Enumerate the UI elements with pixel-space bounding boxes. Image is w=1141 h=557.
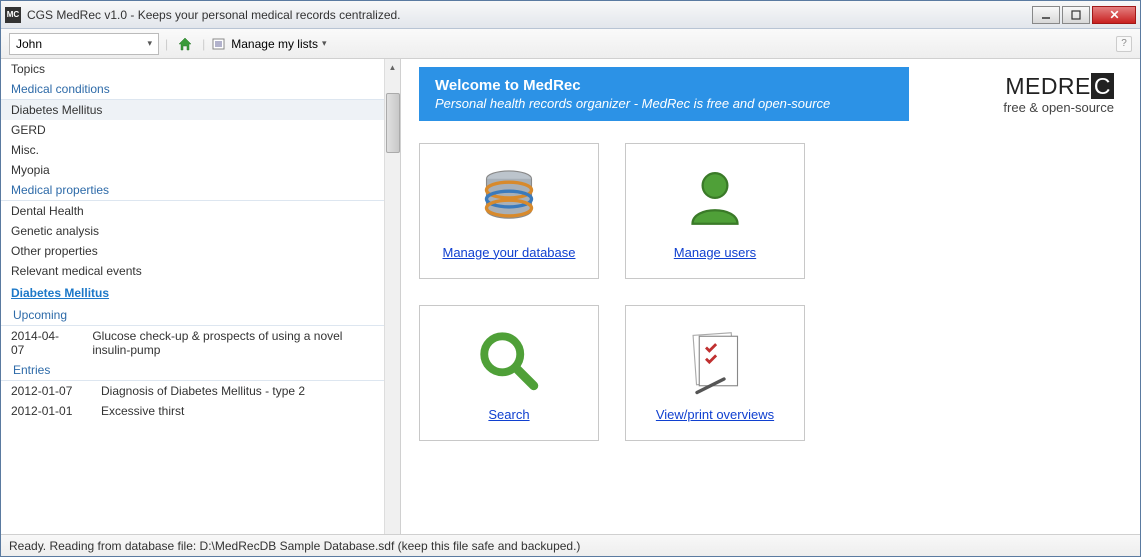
user-icon	[679, 163, 751, 235]
entry-row[interactable]: 2012-01-01 Excessive thirst	[1, 401, 384, 421]
tile-label: Search	[488, 407, 529, 422]
sidebar-scrollbar[interactable]: ▲	[384, 59, 400, 534]
user-dropdown-value: John	[16, 37, 42, 51]
content-area: Welcome to MedRec Personal health record…	[401, 59, 1140, 534]
toolbar-separator-2: |	[202, 37, 205, 51]
tile-label: Manage your database	[443, 245, 576, 260]
entry-text: Glucose check-up & prospects of using a …	[92, 329, 374, 357]
titlebar: MC CGS MedRec v1.0 - Keeps your personal…	[1, 1, 1140, 29]
entry-text: Diagnosis of Diabetes Mellitus - type 2	[101, 384, 305, 398]
toolbar: John ▾ | | Manage my lists ▾ ?	[1, 29, 1140, 59]
logo-text: MEDREC	[1003, 73, 1114, 100]
condition-item[interactable]: Myopia	[1, 160, 384, 180]
home-icon	[177, 36, 193, 52]
entry-row[interactable]: 2012-01-07 Diagnosis of Diabetes Mellitu…	[1, 381, 384, 401]
entry-date: 2014-04-07	[11, 329, 72, 357]
help-button[interactable]: ?	[1116, 36, 1132, 52]
banner-title: Welcome to MedRec	[435, 77, 893, 94]
upcoming-header: Upcoming	[1, 305, 384, 326]
scroll-up-button[interactable]: ▲	[385, 59, 400, 75]
status-text: Ready. Reading from database file: D:\Me…	[9, 539, 580, 553]
logo-tagline: free & open-source	[1003, 100, 1114, 115]
active-topic-link[interactable]: Diabetes Mellitus	[1, 281, 384, 305]
search-tile[interactable]: Search	[419, 305, 599, 441]
overviews-tile[interactable]: View/print overviews	[625, 305, 805, 441]
topics-header[interactable]: Topics	[1, 59, 384, 79]
welcome-banner: Welcome to MedRec Personal health record…	[419, 67, 909, 121]
statusbar: Ready. Reading from database file: D:\Me…	[1, 534, 1140, 556]
close-button[interactable]	[1092, 6, 1136, 24]
upcoming-row[interactable]: 2014-04-07 Glucose check-up & prospects …	[1, 326, 384, 360]
list-icon	[211, 36, 227, 52]
window-controls	[1032, 6, 1136, 24]
toolbar-separator: |	[165, 37, 168, 51]
scroll-thumb[interactable]	[386, 93, 400, 153]
chevron-down-icon: ▾	[322, 38, 327, 49]
condition-item[interactable]: Misc.	[1, 140, 384, 160]
manage-database-tile[interactable]: Manage your database	[419, 143, 599, 279]
main-area: Topics Medical conditions Diabetes Melli…	[1, 59, 1140, 534]
logo: MEDREC free & open-source	[1003, 73, 1114, 115]
condition-item[interactable]: Diabetes Mellitus	[1, 100, 384, 120]
minimize-button[interactable]	[1032, 6, 1060, 24]
condition-item[interactable]: GERD	[1, 120, 384, 140]
property-item[interactable]: Other properties	[1, 241, 384, 261]
user-dropdown[interactable]: John ▾	[9, 33, 159, 55]
sidebar-content: Topics Medical conditions Diabetes Melli…	[1, 59, 400, 421]
sidebar: Topics Medical conditions Diabetes Melli…	[1, 59, 401, 534]
tile-label: View/print overviews	[656, 407, 774, 422]
entry-date: 2012-01-01	[11, 404, 81, 418]
app-icon: MC	[5, 7, 21, 23]
entries-header: Entries	[1, 360, 384, 381]
manage-lists-button[interactable]: Manage my lists ▾	[211, 36, 326, 52]
entry-text: Excessive thirst	[101, 404, 184, 418]
property-item[interactable]: Genetic analysis	[1, 221, 384, 241]
tile-label: Manage users	[674, 245, 756, 260]
medical-properties-header[interactable]: Medical properties	[1, 180, 384, 201]
entry-date: 2012-01-07	[11, 384, 81, 398]
property-item[interactable]: Relevant medical events	[1, 261, 384, 281]
manage-users-tile[interactable]: Manage users	[625, 143, 805, 279]
checklist-icon	[679, 325, 751, 397]
banner-subtitle: Personal health records organizer - MedR…	[435, 96, 893, 111]
manage-lists-label: Manage my lists	[231, 37, 318, 51]
database-icon	[473, 163, 545, 235]
window-title: CGS MedRec v1.0 - Keeps your personal me…	[27, 8, 1032, 22]
search-icon	[473, 325, 545, 397]
home-button[interactable]	[174, 33, 196, 55]
app-window: MC CGS MedRec v1.0 - Keeps your personal…	[0, 0, 1141, 557]
maximize-button[interactable]	[1062, 6, 1090, 24]
chevron-down-icon: ▾	[147, 38, 152, 49]
medical-conditions-header[interactable]: Medical conditions	[1, 79, 384, 100]
tile-grid: Manage your database Manage users Search	[419, 143, 1122, 441]
property-item[interactable]: Dental Health	[1, 201, 384, 221]
